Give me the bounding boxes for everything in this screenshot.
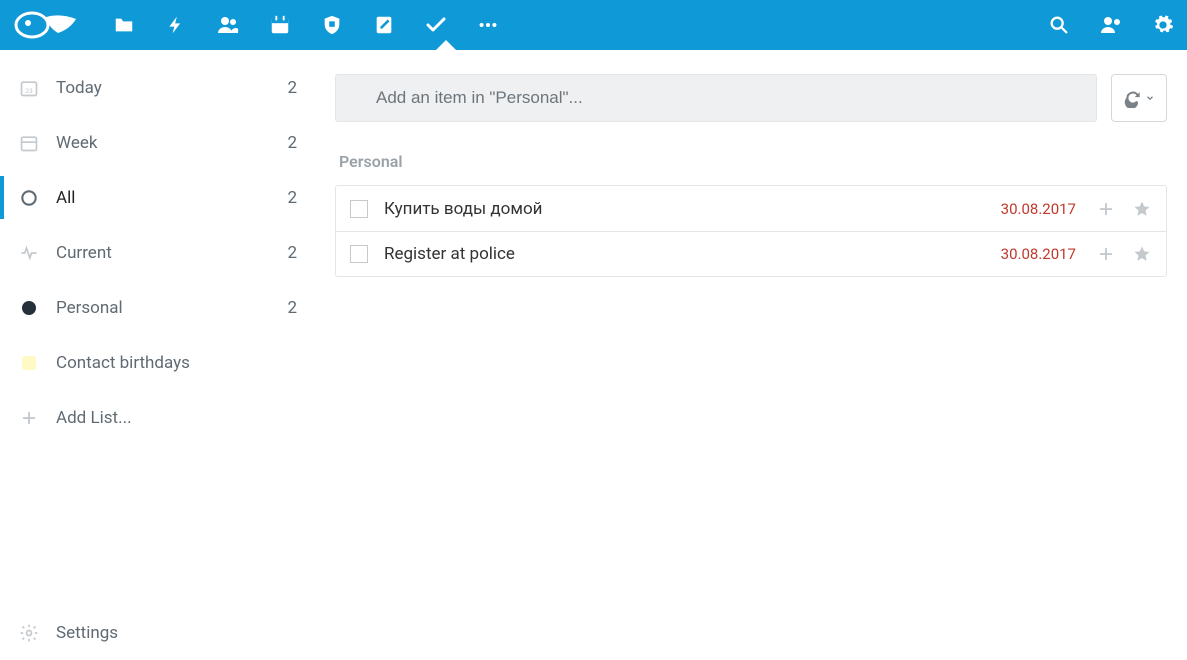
add-subtask-icon[interactable] xyxy=(1096,199,1116,219)
calendar-week-icon xyxy=(18,132,40,154)
topbar-right xyxy=(1047,13,1175,37)
sidebar-item-contact-birthdays[interactable]: Contact birthdays xyxy=(0,335,315,390)
task-list: Купить воды домой 30.08.2017 Register at… xyxy=(335,185,1167,277)
task-title: Купить воды домой xyxy=(384,199,985,219)
star-icon[interactable] xyxy=(1132,199,1152,219)
group-icon[interactable] xyxy=(216,13,240,37)
task-checkbox[interactable] xyxy=(350,200,368,218)
sidebar-item-count: 2 xyxy=(287,298,297,318)
main-panel: Personal Купить воды домой 30.08.2017 Re… xyxy=(315,50,1187,660)
list-color-dot xyxy=(18,297,40,319)
gear-icon xyxy=(18,622,40,644)
add-item-input[interactable] xyxy=(335,74,1097,122)
sidebar-item-count: 2 xyxy=(287,188,297,208)
chevron-down-icon xyxy=(1145,93,1155,103)
task-row[interactable]: Register at police 30.08.2017 xyxy=(336,231,1166,276)
sidebar-item-all[interactable]: All 2 xyxy=(0,170,315,225)
gear-icon[interactable] xyxy=(1151,13,1175,37)
star-icon[interactable] xyxy=(1132,244,1152,264)
sidebar-item-personal[interactable]: Personal 2 xyxy=(0,280,315,335)
sidebar-item-settings[interactable]: Settings xyxy=(0,605,315,660)
folder-icon[interactable] xyxy=(112,13,136,37)
sidebar-item-label: Week xyxy=(56,133,287,153)
sidebar-item-count: 2 xyxy=(287,243,297,263)
sidebar-item-count: 2 xyxy=(287,78,297,98)
sidebar-item-label: Current xyxy=(56,243,287,263)
topbar xyxy=(0,0,1187,50)
sidebar-item-label: Add List... xyxy=(56,408,297,428)
task-checkbox[interactable] xyxy=(350,245,368,263)
add-row xyxy=(335,74,1167,122)
refresh-button[interactable] xyxy=(1111,74,1167,122)
plus-icon xyxy=(18,407,40,429)
sidebar-item-add-list[interactable]: Add List... xyxy=(0,390,315,445)
pulse-icon xyxy=(18,242,40,264)
list-color-dot xyxy=(22,356,36,370)
add-subtask-icon[interactable] xyxy=(1096,244,1116,264)
shield-puzzle-icon[interactable] xyxy=(320,13,344,37)
users-icon[interactable] xyxy=(1099,13,1123,37)
svg-text:23: 23 xyxy=(25,87,33,95)
layout: 23 Today 2 Week 2 All 2 Current 2 xyxy=(0,50,1187,660)
sidebar-spacer xyxy=(0,445,315,605)
task-row[interactable]: Купить воды домой 30.08.2017 xyxy=(336,186,1166,231)
bolt-icon[interactable] xyxy=(164,13,188,37)
app-logo[interactable] xyxy=(12,7,84,43)
task-title: Register at police xyxy=(384,244,985,264)
note-edit-icon[interactable] xyxy=(372,13,396,37)
refresh-icon xyxy=(1123,88,1143,108)
calendar-day-icon: 23 xyxy=(18,77,40,99)
sidebar-item-today[interactable]: 23 Today 2 xyxy=(0,60,315,115)
sidebar-item-label: Personal xyxy=(56,298,287,318)
search-icon[interactable] xyxy=(1047,13,1071,37)
task-due-date: 30.08.2017 xyxy=(1001,200,1076,218)
circle-open-icon xyxy=(18,187,40,209)
sidebar-item-current[interactable]: Current 2 xyxy=(0,225,315,280)
sidebar-item-label: Today xyxy=(56,78,287,98)
sidebar: 23 Today 2 Week 2 All 2 Current 2 xyxy=(0,50,315,660)
sidebar-item-week[interactable]: Week 2 xyxy=(0,115,315,170)
topbar-left xyxy=(12,7,500,43)
sidebar-item-label: All xyxy=(56,188,287,208)
check-icon[interactable] xyxy=(424,13,448,37)
calendar-icon[interactable] xyxy=(268,13,292,37)
section-title: Personal xyxy=(339,152,1167,171)
task-due-date: 30.08.2017 xyxy=(1001,245,1076,263)
sidebar-item-count: 2 xyxy=(287,133,297,153)
sidebar-item-label: Settings xyxy=(56,623,297,643)
more-icon[interactable] xyxy=(476,13,500,37)
sidebar-item-label: Contact birthdays xyxy=(56,353,297,373)
active-tab-pointer xyxy=(436,40,456,50)
